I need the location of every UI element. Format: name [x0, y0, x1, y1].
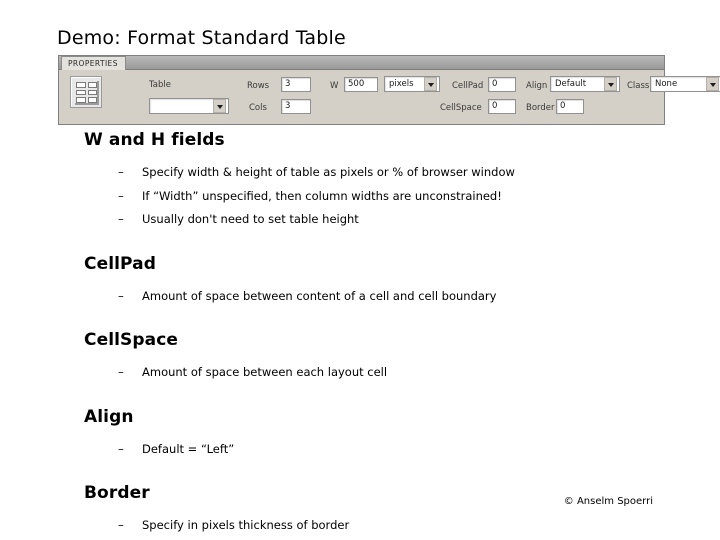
w-label: W — [330, 81, 339, 91]
footer-copyright: © Anselm Spoerri — [563, 496, 653, 507]
list-item-text: Amount of space between content of a cel… — [142, 288, 497, 303]
bullet-dash-icon: – — [118, 188, 124, 203]
align-select[interactable]: Default — [550, 76, 620, 92]
chevron-down-icon[interactable] — [424, 77, 437, 91]
bullet-dash-icon: – — [118, 212, 124, 226]
section-heading: Align — [84, 406, 134, 427]
bullet-list: – Amount of space between content of a ce… — [0, 285, 720, 309]
list-item-text: If “Width” unspecified, then column widt… — [142, 188, 502, 203]
align-label: Align — [526, 81, 548, 91]
section-cellpad: CellPad – Amount of space between content… — [0, 254, 720, 309]
chevron-down-icon[interactable] — [604, 77, 617, 91]
rows-label: Rows — [247, 81, 270, 91]
bullet-dash-icon: – — [118, 365, 124, 379]
cols-input[interactable]: 3 — [281, 99, 311, 114]
list-item-text: Amount of space between each layout cell — [142, 365, 388, 379]
list-item: – Usually don't need to set table height — [118, 208, 720, 232]
section-cellspace: CellSpace – Amount of space between each … — [0, 330, 720, 385]
list-item-text: Specify width & height of table as pixel… — [142, 165, 515, 179]
bullet-dash-icon: – — [118, 288, 124, 303]
chevron-down-icon[interactable] — [213, 99, 226, 113]
table-grid-icon — [70, 76, 102, 108]
cellpad-label: CellPad — [452, 81, 484, 91]
border-label: Border — [526, 103, 555, 113]
table-select[interactable] — [149, 98, 229, 114]
bullet-list: – Amount of space between each layout cel… — [0, 361, 720, 385]
properties-tabstrip: PROPERTIES — [59, 56, 664, 70]
bullet-dash-icon: – — [118, 165, 124, 179]
bullet-dash-icon: – — [118, 518, 124, 532]
section-w-and-h-fields: W and H fields – Specify width & height o… — [0, 130, 720, 232]
bullet-list: – Specify in pixels thickness of border — [0, 514, 720, 538]
list-item: – Amount of space between each layout cel… — [118, 361, 720, 385]
section-heading: CellSpace — [84, 330, 179, 350]
w-unit-value: pixels — [389, 79, 414, 89]
section-border: Border – Specify in pixels thickness of b… — [0, 483, 720, 538]
chevron-down-icon[interactable] — [706, 77, 719, 91]
list-item: – Specify in pixels thickness of border — [118, 514, 720, 538]
list-item: – Default = “Left” — [118, 438, 720, 462]
w-unit-select[interactable]: pixels — [384, 76, 440, 92]
rows-input[interactable]: 3 — [281, 77, 311, 92]
class-label: Class — [627, 81, 650, 91]
list-item-text: Default = “Left” — [142, 441, 235, 456]
section-heading: CellPad — [84, 253, 157, 274]
tab-properties[interactable]: PROPERTIES — [61, 56, 126, 70]
list-item: – Specify width & height of table as pixe… — [118, 161, 720, 185]
align-value: Default — [555, 79, 587, 89]
list-item-text: Usually don't need to set table height — [142, 212, 359, 226]
list-item: – If “Width” unspecified, then column wid… — [118, 185, 720, 209]
table-label: Table — [149, 80, 171, 90]
cols-label: Cols — [249, 103, 267, 113]
w-input[interactable]: 500 — [344, 77, 378, 92]
border-input[interactable]: 0 — [556, 99, 584, 114]
properties-panel-body: Table Rows 3 Cols 3 W 500 pixels CellPad… — [59, 71, 720, 124]
cellspace-input[interactable]: 0 — [488, 99, 516, 114]
class-value: None — [655, 79, 678, 89]
cellpad-input[interactable]: 0 — [488, 77, 516, 92]
page-title: Demo: Format Standard Table — [57, 27, 346, 49]
class-select[interactable]: None — [650, 76, 720, 92]
bullet-list: – Specify width & height of table as pixe… — [0, 161, 720, 232]
cellspace-label: CellSpace — [440, 103, 482, 113]
list-item: – Amount of space between content of a ce… — [118, 285, 720, 309]
section-heading: W and H fields — [84, 130, 225, 150]
section-align: Align – Default = “Left” — [0, 407, 720, 462]
bullet-dash-icon: – — [118, 441, 124, 456]
properties-panel: PROPERTIES Table Rows 3 Cols 3 W 500 pix… — [58, 55, 720, 125]
slide-content: W and H fields – Specify width & height o… — [0, 130, 720, 538]
bullet-list: – Default = “Left” — [0, 438, 720, 462]
list-item-text: Specify in pixels thickness of border — [142, 518, 350, 532]
